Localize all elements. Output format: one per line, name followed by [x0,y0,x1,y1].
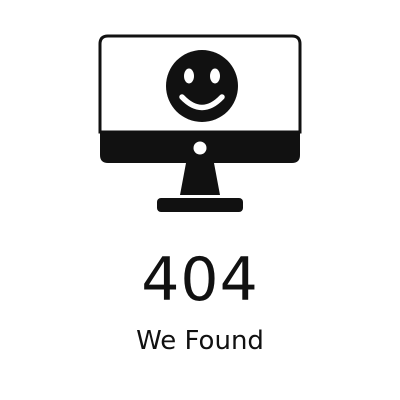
error-message: We Found [136,326,264,356]
smiley-face-icon [166,50,238,122]
power-light-icon [193,141,207,155]
monitor-stand-base [157,198,243,212]
monitor-icon [98,34,302,212]
monitor-stand-neck [180,163,220,195]
error-code: 404 [141,245,259,315]
error-page: 404 We Found [0,0,400,400]
